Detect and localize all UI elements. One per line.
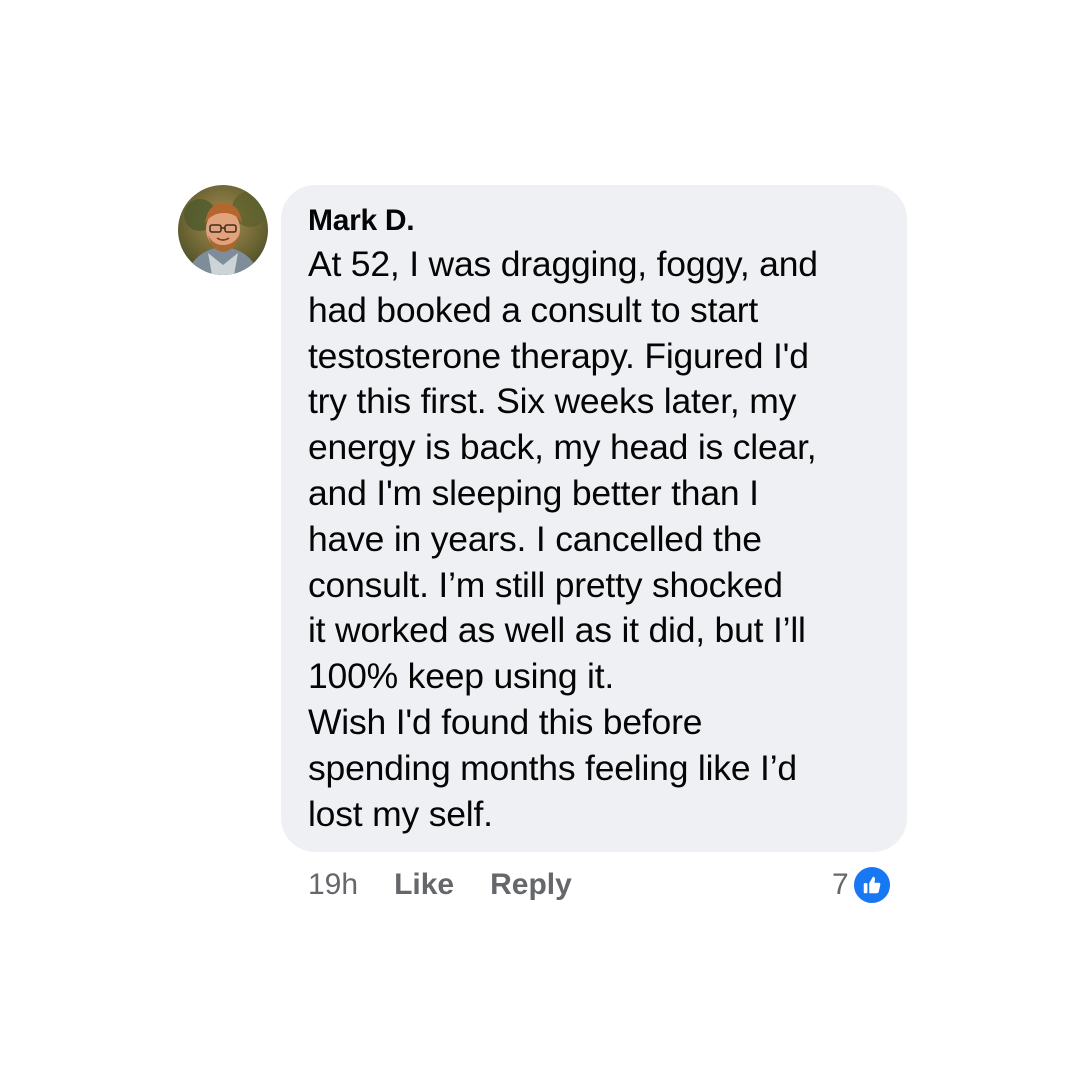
comment-line: try this first. Six weeks later, my (308, 381, 797, 422)
comment-actions: 19h Like Reply (308, 862, 572, 908)
comment-line: and I'm sleeping better than I (308, 472, 759, 513)
comment-line: At 52, I was dragging, foggy, and (308, 244, 818, 284)
comment-line: consult. I’m still pretty shocked (308, 564, 783, 605)
thumbs-up-icon (851, 865, 892, 905)
comment-line: had booked a consult to start (308, 289, 759, 330)
comment-line: 100% keep using it. (308, 656, 615, 697)
reaction-count: 7 (832, 868, 849, 901)
comment-line: energy is back, my head is clear, (308, 427, 817, 468)
comment-line: lost my self. (308, 793, 493, 834)
comment-bubble: Mark D. At 52, I was dragging, foggy, an… (281, 185, 907, 852)
comment-line: it worked as well as it did, but I’ll (308, 610, 806, 651)
comment-line: testosterone therapy. Figured I'd (308, 335, 809, 376)
like-button[interactable]: Like (394, 868, 454, 902)
avatar-photo (178, 185, 268, 275)
comment-author-name[interactable]: Mark D. (308, 201, 883, 241)
comment-timestamp[interactable]: 19h (308, 868, 358, 902)
comment-line: spending months feeling like I’d (308, 747, 797, 788)
comment-line: Wish I'd found this before (308, 701, 703, 742)
reaction-summary[interactable]: 7 (832, 862, 892, 908)
avatar[interactable] (178, 185, 268, 275)
comment-text: At 52, I was dragging, foggy, and had bo… (308, 242, 883, 837)
reply-button[interactable]: Reply (490, 868, 572, 902)
comment-line: have in years. I cancelled the (308, 518, 762, 559)
